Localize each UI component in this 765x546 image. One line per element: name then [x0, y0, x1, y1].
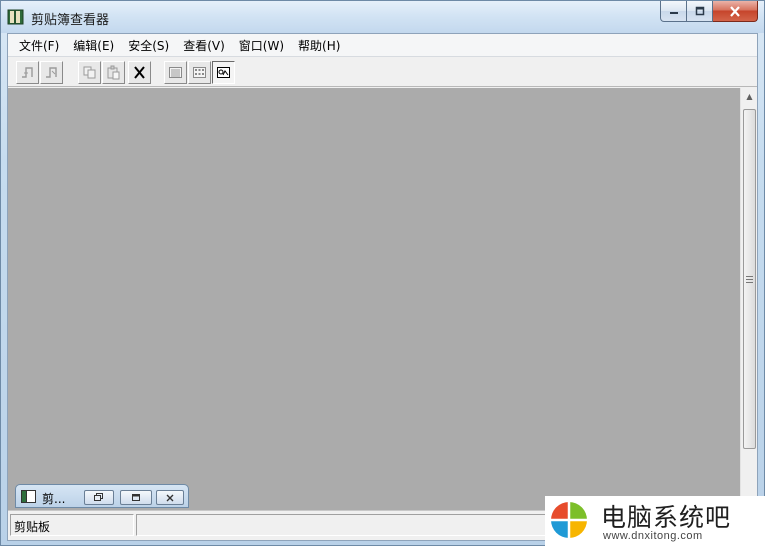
book-icon	[7, 9, 24, 25]
status-pane-clipboard: 剪贴板	[10, 514, 134, 536]
disconnect-icon	[46, 67, 57, 78]
connect-button[interactable]	[16, 61, 39, 84]
menu-security[interactable]: 安全(S)	[121, 34, 176, 56]
watermark-logo: 电脑系统吧 www.dnxitong.com	[545, 496, 765, 546]
menu-bar: 文件(F) 编辑(E) 安全(S) 查看(V) 窗口(W) 帮助(H)	[8, 34, 757, 57]
child-restore-button[interactable]	[84, 490, 114, 505]
list-view-button[interactable]	[164, 61, 187, 84]
minimize-button[interactable]	[660, 1, 687, 22]
connect-icon	[22, 67, 33, 78]
window-title: 剪贴簿查看器	[31, 13, 110, 28]
minimized-child-window[interactable]: 剪...	[15, 484, 189, 508]
child-maximize-button[interactable]	[120, 490, 152, 505]
full-content-icon	[217, 67, 230, 78]
menu-view[interactable]: 查看(V)	[176, 34, 232, 56]
toolbar	[8, 57, 757, 87]
menu-window[interactable]: 窗口(W)	[232, 34, 291, 56]
delete-button[interactable]	[128, 61, 151, 84]
app-window: 剪贴簿查看器 文件(F) 编辑(E) 安全(S) 查看(V) 窗口(W) 帮助(…	[0, 0, 765, 546]
menu-edit[interactable]: 编辑(E)	[66, 34, 121, 56]
maximize-icon	[132, 493, 140, 501]
title-bar[interactable]: 剪贴簿查看器	[1, 1, 764, 33]
menu-file[interactable]: 文件(F)	[12, 34, 66, 56]
status-pane-info	[136, 514, 546, 536]
grip-icon	[746, 275, 753, 283]
maximize-icon	[695, 6, 704, 16]
disconnect-button[interactable]	[40, 61, 63, 84]
scroll-up-icon[interactable]: ▲	[741, 88, 758, 105]
page-view-button[interactable]	[188, 61, 211, 84]
full-content-button[interactable]	[212, 61, 235, 84]
close-icon	[730, 5, 740, 17]
close-button[interactable]	[713, 1, 758, 22]
paste-icon	[107, 65, 120, 80]
vertical-scrollbar[interactable]: ▲ ▼	[740, 88, 757, 510]
child-window-title: 剪...	[42, 492, 66, 506]
copy-button[interactable]	[78, 61, 101, 84]
watermark-brand: 电脑系统吧	[601, 503, 732, 532]
clipboard-window-icon	[21, 490, 36, 503]
delete-icon	[134, 66, 145, 79]
caption-buttons	[660, 1, 758, 23]
menu-help[interactable]: 帮助(H)	[291, 34, 347, 56]
paste-button[interactable]	[102, 61, 125, 84]
watermark-url: www.dnxitong.com	[603, 530, 703, 542]
scroll-thumb[interactable]	[743, 109, 756, 449]
maximize-button[interactable]	[687, 1, 713, 22]
list-view-icon	[169, 67, 182, 78]
restore-icon	[94, 493, 103, 501]
mdi-workspace[interactable]	[8, 88, 741, 510]
close-icon	[166, 494, 174, 501]
child-close-button[interactable]	[156, 490, 184, 505]
page-view-icon	[193, 67, 206, 78]
copy-icon	[83, 66, 96, 79]
client-area: 文件(F) 编辑(E) 安全(S) 查看(V) 窗口(W) 帮助(H) ▲ 剪.…	[7, 33, 758, 541]
windows-logo-icon	[551, 502, 587, 538]
minimize-icon	[669, 12, 678, 14]
